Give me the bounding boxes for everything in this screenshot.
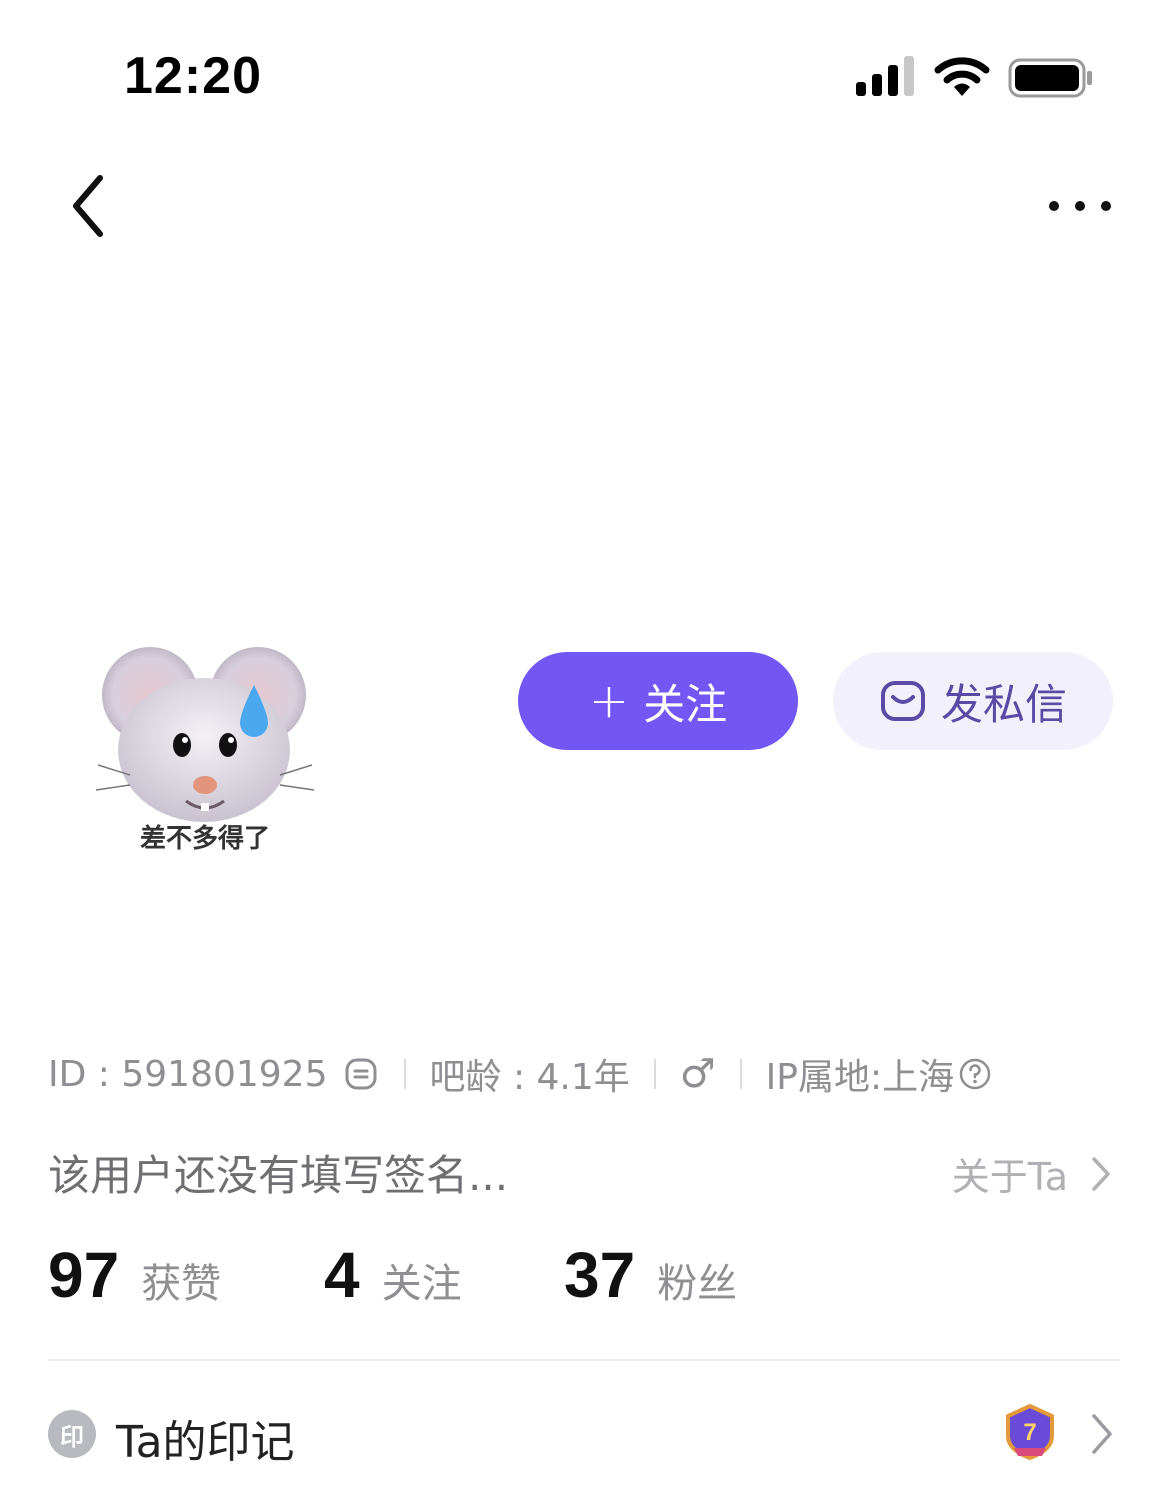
ip-location: IP属地:上海 [765,1057,955,1098]
stat-label: 获赞 [141,1261,222,1307]
stat-followers[interactable]: 37 粉丝 [564,1238,737,1312]
separator [403,1059,406,1089]
stat-value: 4 [324,1239,360,1311]
follow-button[interactable]: + 关注 [518,652,798,750]
avatar-caption: 差不多得了 [139,824,270,854]
wifi-icon [934,57,990,96]
send-message-button[interactable]: 发私信 [833,652,1113,750]
follow-label: 关注 [643,679,728,729]
separator [653,1059,656,1089]
stat-label: 粉丝 [657,1261,738,1307]
badge-level: 7 [1023,1419,1036,1446]
stat-label: 关注 [381,1261,462,1307]
about-link[interactable]: 关于Ta [952,1146,1112,1201]
mail-icon [880,681,925,721]
user-id: ID : 591801925 [48,1053,328,1095]
profile-info-row: ID : 591801925 吧龄 : 4.1年 ♂ IP属地:上海 [48,1048,992,1100]
divider [48,1359,1120,1361]
message-label: 发私信 [940,679,1067,729]
separator [739,1059,742,1089]
stat-following[interactable]: 4 关注 [324,1238,564,1312]
chevron-right-icon [1092,1156,1110,1191]
level-badge-icon: 7 [1006,1403,1054,1461]
signature-text: 该用户还没有填写签名... [48,1151,509,1200]
stat-value: 97 [48,1239,120,1311]
battery-icon [1008,58,1092,98]
more-options-icon[interactable] [1044,194,1116,218]
plus-icon: + [588,673,630,729]
status-time: 12:20 [124,47,262,105]
back-chevron-icon[interactable] [62,170,114,242]
imprint-icon: 印 [48,1410,96,1458]
help-icon[interactable] [958,1057,992,1091]
gender-icon: ♂ [679,1051,716,1097]
account-age: 吧龄 : 4.1年 [429,1057,630,1098]
stat-likes[interactable]: 97 获赞 [48,1238,324,1312]
about-label: 关于Ta [951,1155,1068,1199]
stats-row: 97 获赞 4 关注 37 粉丝 [48,1238,737,1312]
chevron-right-icon[interactable] [1086,1410,1118,1458]
stat-value: 37 [564,1239,636,1311]
signal-icon [856,56,914,96]
imprint-label[interactable]: Ta的印记 [116,1406,295,1470]
copy-icon[interactable] [344,1056,380,1092]
